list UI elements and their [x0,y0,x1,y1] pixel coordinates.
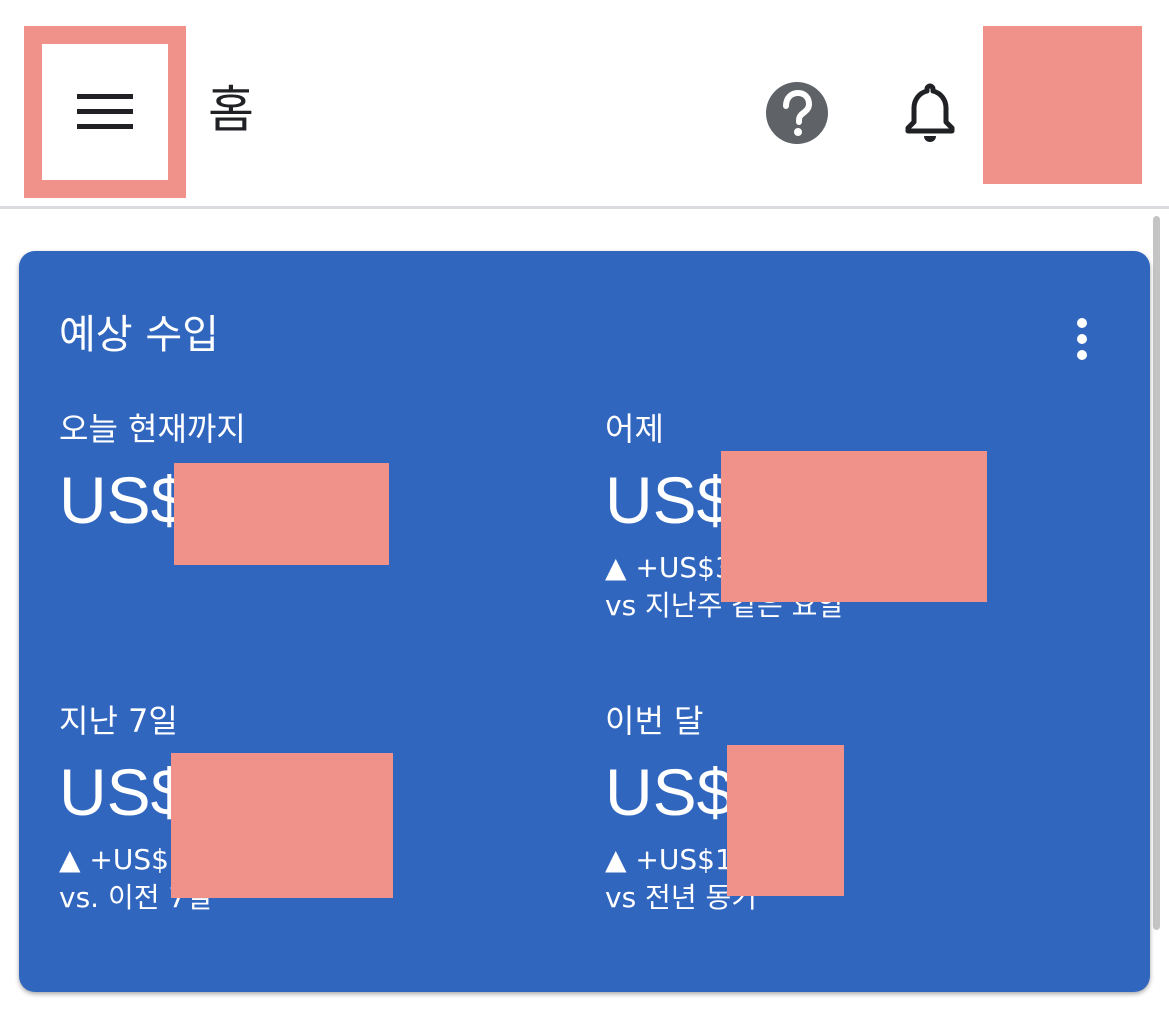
card-title: 예상 수입 [59,312,219,358]
redaction-block [174,463,389,565]
app-bar: 홈 [0,0,1169,209]
help-circle-icon [766,82,828,144]
scrollbar[interactable] [1153,216,1160,930]
estimated-earnings-card: 예상 수입 오늘 현재까지 US$ 어제 US$ ▲ +US$3 vs 지난주 … [19,251,1150,992]
redaction-block [727,745,844,896]
hamburger-menu-icon [77,94,133,129]
account-avatar[interactable] [983,26,1142,184]
metric-label: 오늘 현재까지 [59,410,246,448]
redaction-block [721,451,987,602]
metric-compare: vs 전년 동기 [605,881,757,914]
menu-button[interactable] [42,44,168,180]
bell-icon [905,83,955,142]
metric-value: US$ [605,755,734,829]
menu-button-highlight[interactable] [24,26,186,198]
metric-this-month[interactable]: 이번 달 US$ ▲ +US$1 vs 전년 동기 [605,701,1085,917]
help-button[interactable] [764,80,830,146]
more-vertical-icon [1077,318,1087,360]
metric-label: 지난 7일 [59,702,178,740]
metric-label: 어제 [605,410,664,448]
page-title: 홈 [208,81,254,139]
more-options-button[interactable] [1067,315,1097,363]
metric-change: ▲ +US$1 [605,843,733,876]
metric-label: 이번 달 [605,702,704,740]
notifications-button[interactable] [900,80,960,146]
redaction-block [171,753,393,898]
